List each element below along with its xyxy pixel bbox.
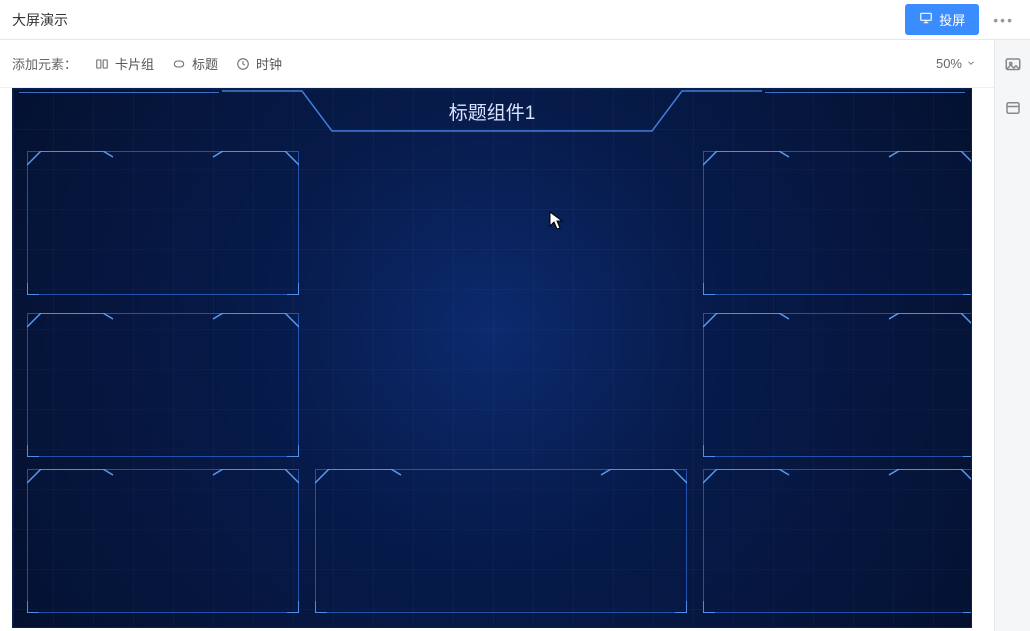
cast-screen-button[interactable]: 投屏: [905, 4, 979, 35]
monitor-icon: [919, 11, 933, 28]
dashboard-card[interactable]: [315, 469, 687, 613]
page-title: 大屏演示: [12, 10, 68, 30]
image-icon[interactable]: [1000, 52, 1026, 81]
toolbar-item-label: 时钟: [256, 54, 282, 73]
toolbar-item-label: 标题: [192, 54, 218, 73]
dashboard-card[interactable]: [703, 313, 972, 457]
add-title-button[interactable]: 标题: [172, 54, 218, 73]
add-clock-button[interactable]: 时钟: [236, 54, 282, 73]
clock-icon: [236, 57, 250, 71]
dashboard-card[interactable]: [703, 469, 972, 613]
chevron-down-icon: [966, 56, 976, 71]
title-icon: [172, 57, 186, 71]
toolbar-item-label: 卡片组: [115, 54, 154, 73]
dashboard-card[interactable]: [27, 313, 299, 457]
app-header: 大屏演示 投屏 •••: [0, 0, 1030, 40]
dashboard-card[interactable]: [703, 151, 972, 295]
layers-icon[interactable]: [1000, 95, 1026, 124]
dashboard-card[interactable]: [27, 151, 299, 295]
element-toolbar: 添加元素： 卡片组: [0, 40, 994, 88]
toolbar-label: 添加元素：: [12, 54, 77, 73]
dashboard-card[interactable]: [27, 469, 299, 613]
title-component[interactable]: 标题组件1: [222, 89, 762, 133]
zoom-selector[interactable]: 50%: [936, 56, 982, 71]
decor-line: [765, 92, 965, 93]
cursor-icon: [549, 211, 565, 234]
title-component-text: 标题组件1: [449, 98, 536, 125]
zoom-value: 50%: [936, 56, 962, 71]
more-icon[interactable]: •••: [989, 8, 1018, 32]
dashboard-canvas[interactable]: 标题组件1: [12, 88, 972, 628]
cast-button-label: 投屏: [939, 10, 965, 29]
add-card-group-button[interactable]: 卡片组: [95, 54, 154, 73]
card-group-icon: [95, 57, 109, 71]
side-panel: [994, 40, 1030, 631]
decor-line: [19, 92, 219, 93]
